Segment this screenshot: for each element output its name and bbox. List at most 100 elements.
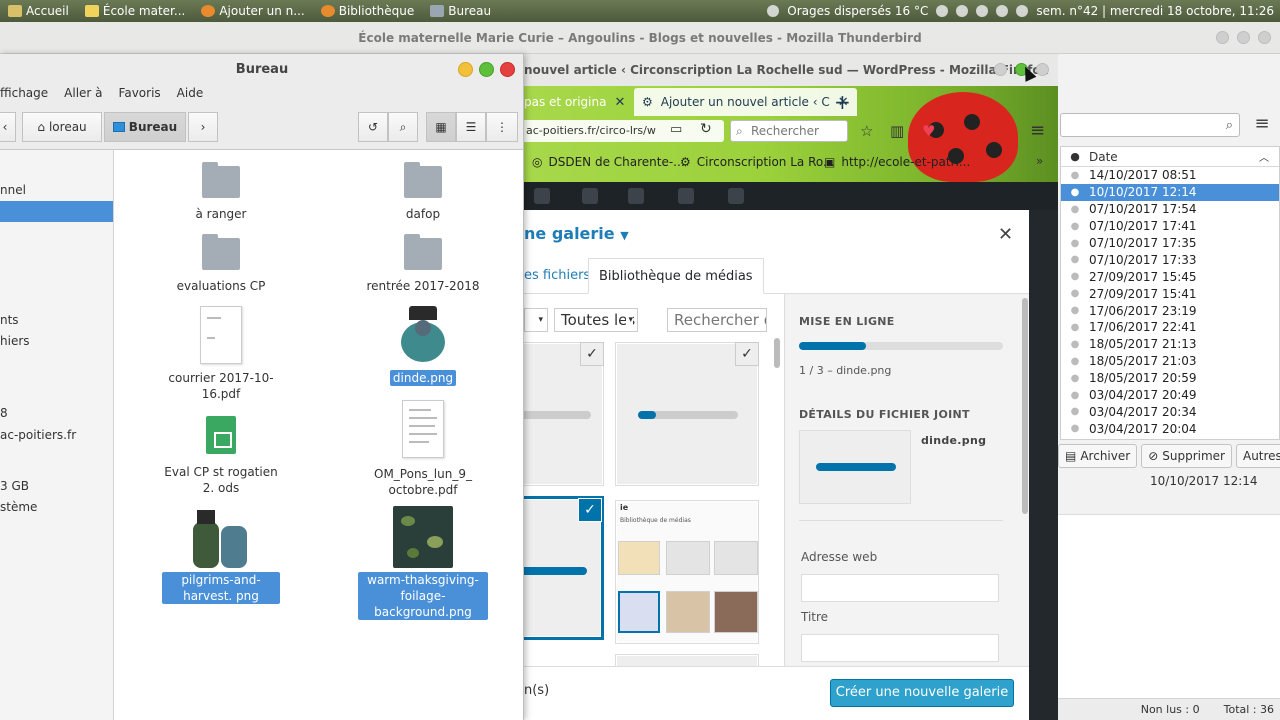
volume-icon[interactable] xyxy=(976,5,989,17)
taskbar-item-files[interactable]: Bureau xyxy=(422,0,499,22)
file-item[interactable]: OM_Pons_lun_9_ octobre.pdf xyxy=(358,400,488,498)
message-row[interactable]: ● 03/04/2017 20:34 xyxy=(1061,403,1279,420)
library-icon[interactable]: ▥ xyxy=(890,122,904,140)
message-row[interactable]: ● 03/04/2017 20:04 xyxy=(1061,420,1279,437)
bookmark-item[interactable]: ◎ DSDEN de Charente-... xyxy=(532,152,685,172)
attachments-scrollbar[interactable] xyxy=(774,338,780,368)
taskbar-item-firefox[interactable]: Ajouter un n... xyxy=(193,0,312,22)
message-row[interactable]: ● 07/10/2017 17:33 xyxy=(1061,251,1279,268)
maximize-button[interactable] xyxy=(1237,31,1250,44)
sidebar-item[interactable]: nnel xyxy=(0,180,113,201)
firefox-titlebar[interactable]: nouvel article ‹ Circonscription La Roch… xyxy=(524,54,1058,86)
create-gallery-button[interactable]: Créer une nouvelle galerie xyxy=(830,679,1014,707)
read-status-icon[interactable]: ● xyxy=(1061,221,1089,232)
message-row[interactable]: ● 03/04/2017 20:49 xyxy=(1061,387,1279,404)
checkmark-icon[interactable]: ✓ xyxy=(578,498,602,522)
bookmark-item[interactable]: ▣ http://ecole-et-patri... xyxy=(824,152,970,172)
minimize-button[interactable] xyxy=(458,62,473,77)
sidebar-item[interactable]: hiers xyxy=(0,331,113,352)
tab-media-library[interactable]: Bibliothèque de médias xyxy=(588,258,764,294)
thunderbird-titlebar[interactable]: École maternelle Marie Curie – Angoulins… xyxy=(0,22,1280,54)
back-button[interactable]: ‹ xyxy=(0,112,16,142)
attachment-item-selected[interactable]: ✓ xyxy=(524,496,604,640)
file-item-selected[interactable]: pilgrims-and-harvest. png xyxy=(156,506,286,604)
wp-logo-icon[interactable] xyxy=(534,188,550,204)
message-row[interactable]: ● 07/10/2017 17:35 xyxy=(1061,235,1279,252)
tab-upload[interactable]: es fichiers xyxy=(524,258,590,294)
file-item[interactable]: Eval CP st rogatien 2. ods xyxy=(156,416,286,496)
add-new-icon[interactable] xyxy=(728,188,744,204)
read-status-icon[interactable]: ● xyxy=(1061,390,1089,401)
close-button[interactable] xyxy=(500,62,515,77)
sort-chevron-icon[interactable]: ︿ xyxy=(1259,149,1279,164)
menu-item-help[interactable]: Aide xyxy=(177,86,204,106)
sidebar-item[interactable]: ac-poitiers.fr xyxy=(0,425,113,446)
network-icon[interactable] xyxy=(936,5,949,17)
list-view-button[interactable]: ☰ xyxy=(456,112,486,142)
read-status-icon[interactable]: ● xyxy=(1061,305,1089,316)
taskbar-item-thunderbird[interactable]: École mater... xyxy=(77,0,193,22)
read-status-icon[interactable]: ● xyxy=(1061,339,1089,350)
read-status-icon[interactable]: ● xyxy=(1061,288,1089,299)
reader-view-icon[interactable]: ▭ xyxy=(670,122,682,137)
sidebar-item[interactable]: stème xyxy=(0,497,113,518)
sidebar-item-selected[interactable] xyxy=(0,201,113,222)
hamburger-menu-icon[interactable]: ≡ xyxy=(1250,113,1274,137)
read-status-icon[interactable]: ● xyxy=(1061,406,1089,417)
updates-icon[interactable] xyxy=(628,188,644,204)
grid-view-button[interactable]: ▦ xyxy=(426,112,456,142)
more-bookmarks-icon[interactable]: » xyxy=(1036,154,1043,168)
column-date[interactable]: Date xyxy=(1089,150,1259,164)
weather-text[interactable]: Orages dispersés 16 °C xyxy=(787,4,928,18)
path-button-desktop[interactable]: Bureau xyxy=(104,112,186,142)
message-row[interactable]: ● 18/05/2017 20:59 xyxy=(1061,370,1279,387)
sidebar-item[interactable]: 3 GB xyxy=(0,476,113,497)
pocket-icon[interactable]: ♥ xyxy=(922,122,935,140)
taskbar-item-library[interactable]: Bibliothèque xyxy=(313,0,423,22)
file-item[interactable]: courrier 2017-10-16.pdf xyxy=(156,306,286,402)
others-button[interactable]: Autres▾ xyxy=(1235,444,1280,468)
message-row[interactable]: ● 18/05/2017 21:03 xyxy=(1061,353,1279,370)
message-row[interactable]: ● 27/09/2017 15:41 xyxy=(1061,285,1279,302)
folder-item[interactable]: rentrée 2017-2018 xyxy=(358,234,488,294)
message-row[interactable]: ● 27/09/2017 15:45 xyxy=(1061,268,1279,285)
file-item-selected[interactable]: warm-thaksgiving- foilage-background.png xyxy=(358,506,488,620)
media-search-input[interactable]: Rechercher d xyxy=(667,308,767,332)
quick-filter-input[interactable]: ⌕ xyxy=(1060,113,1240,137)
title-field[interactable] xyxy=(801,634,999,662)
close-button[interactable] xyxy=(1258,31,1271,44)
bluetooth-icon[interactable] xyxy=(996,5,1009,17)
modal-title[interactable]: ne galerie ▼ xyxy=(524,224,629,243)
folder-item[interactable]: à ranger xyxy=(156,162,286,222)
folder-item[interactable]: evaluations CP xyxy=(156,234,286,294)
files-titlebar[interactable]: Bureau xyxy=(0,54,523,86)
read-status-icon[interactable]: ● xyxy=(1061,150,1089,163)
read-status-icon[interactable]: ● xyxy=(1061,322,1089,333)
reload-icon[interactable]: ↻ xyxy=(700,121,712,137)
folder-item[interactable]: dafop xyxy=(358,162,488,222)
minimize-button[interactable] xyxy=(1216,31,1229,44)
checkmark-icon[interactable]: ✓ xyxy=(580,342,604,366)
message-row[interactable]: ● 17/06/2017 23:19 xyxy=(1061,302,1279,319)
sidebar-item[interactable]: nts xyxy=(0,310,113,331)
close-icon[interactable]: ✕ xyxy=(998,224,1013,245)
taskbar-item-home[interactable]: Accueil xyxy=(0,0,77,22)
clock[interactable]: sem. n°42 | mercredi 18 octobre, 11:26 xyxy=(1036,4,1274,18)
message-row[interactable]: ● 14/10/2017 08:51 xyxy=(1061,167,1279,184)
home-icon[interactable] xyxy=(582,188,598,204)
menu-item-bookmarks[interactable]: Favoris xyxy=(119,86,161,106)
hamburger-menu-icon[interactable]: ≡ xyxy=(1030,120,1045,141)
message-row[interactable]: ● 10/10/2017 12:14 xyxy=(1061,183,1279,201)
read-status-icon[interactable]: ● xyxy=(1061,204,1089,215)
maximize-button[interactable] xyxy=(479,62,494,77)
bookmark-star-icon[interactable]: ☆ xyxy=(860,122,873,140)
close-tab-icon[interactable]: ✕ xyxy=(614,95,625,110)
date-filter-select[interactable]: Toutes les ▾ xyxy=(554,308,638,332)
minimize-button[interactable] xyxy=(994,63,1007,76)
path-button-home[interactable]: ⌂ loreau xyxy=(22,112,102,142)
message-row[interactable]: ● 18/05/2017 21:13 xyxy=(1061,336,1279,353)
archive-button[interactable]: ▤ Archiver xyxy=(1058,444,1138,468)
message-row[interactable]: ● 07/10/2017 17:41 xyxy=(1061,218,1279,235)
sidebar-item[interactable]: 8 xyxy=(0,403,113,424)
menu-button[interactable]: ⋮ xyxy=(486,112,518,142)
